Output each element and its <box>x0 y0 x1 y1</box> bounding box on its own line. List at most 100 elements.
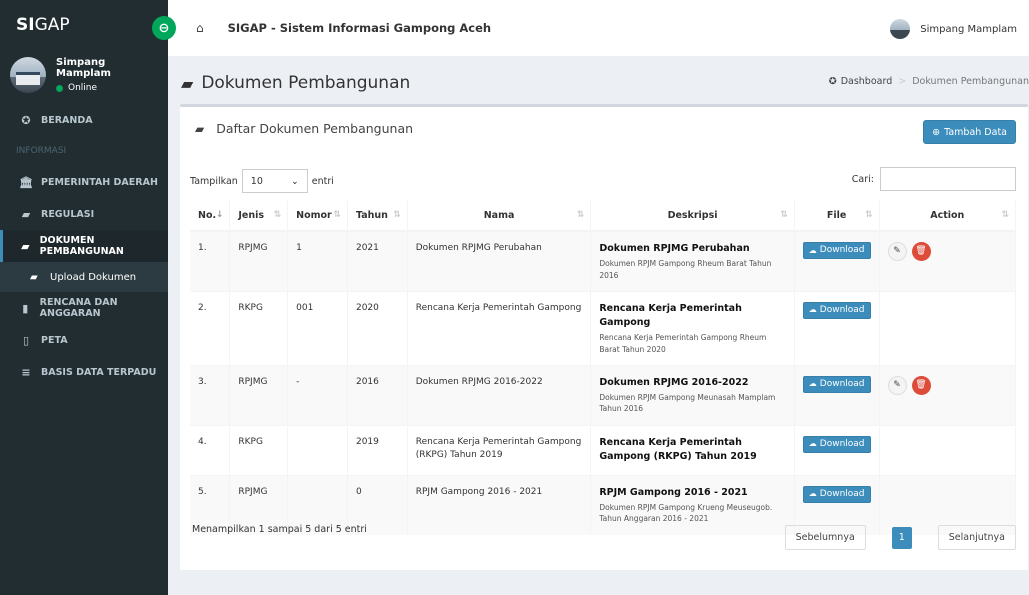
breadcrumb-separator: > <box>898 76 907 87</box>
sort-icon: ⇅ <box>1001 210 1009 220</box>
download-button[interactable]: ☁ Download <box>802 242 871 259</box>
cloud-download-icon: ☁ <box>808 379 817 389</box>
download-button[interactable]: ☁ Download <box>802 435 871 453</box>
download-button[interactable]: ☁ Download <box>802 301 871 319</box>
col-tahun[interactable]: Tahun ⇅ <box>347 201 408 232</box>
delete-button[interactable]: 🗑 <box>911 375 931 395</box>
breadcrumb: ✪ Dashboard > Dokumen Pembangunan <box>829 76 1029 87</box>
user-panel: Simpang Mamplam Online <box>0 50 168 100</box>
sidebar-item-beranda[interactable]: ✪ BERANDA <box>0 104 168 136</box>
cell-deskripsi: RPJM Gampong 2016 - 2021 Dokumen RPJM Gam… <box>590 474 795 536</box>
next-page-button[interactable]: Selanjutnya <box>937 525 1016 550</box>
sort-icon: ⇅ <box>576 210 585 220</box>
sidebar-item-basis-data[interactable]: ≡ BASIS DATA TERPADU <box>0 356 168 388</box>
cell-nomor: 1 <box>287 230 348 292</box>
cell-no: 1. <box>190 230 231 292</box>
cell-no: 3. <box>190 364 231 426</box>
documents-box: ▰ Daftar Dokumen Pembangunan ⊕ Tambah Data… <box>180 104 1028 570</box>
sidebar-item-label: PEMERINTAH DAERAH <box>41 176 158 188</box>
length-select[interactable]: 10 ⌄ <box>241 169 308 193</box>
cell-deskripsi: Rencana Kerja Pemerintah Gampong Rencana … <box>590 290 795 366</box>
cell-file: ☁ Download <box>794 230 880 292</box>
sidebar-item-pemerintah-daerah[interactable]: 🏛 PEMERINTAH DAERAH <box>0 166 168 198</box>
cell-nama: Dokumen RPJMG Perubahan <box>407 230 592 292</box>
sidebar-toggle-button[interactable]: ⊖ <box>152 16 176 40</box>
brand-logo[interactable]: SI GAP <box>0 0 168 50</box>
desc-sub: Dokumen RPJM Gampong Rheum Barat Tahun 2… <box>599 259 772 280</box>
col-action[interactable]: Action ⇅ <box>879 201 1017 232</box>
col-file[interactable]: File ⇅ <box>794 201 880 232</box>
toggle-icon: ⊖ <box>158 20 170 36</box>
plus-circle-icon: ⊕ <box>932 126 941 138</box>
cloud-download-icon: ☁ <box>808 305 817 315</box>
sidebar-item-rencana-anggaran[interactable]: ▮ RENCANA DAN ANGGARAN <box>0 292 168 324</box>
download-button[interactable]: ☁ Download <box>802 485 871 503</box>
cell-jenis: RKPG <box>229 290 289 366</box>
cell-no: 2. <box>190 290 231 366</box>
cell-deskripsi: Rencana Kerja Pemerintah Gampong (RKPG) … <box>590 424 795 476</box>
cell-deskripsi: Dokumen RPJMG Perubahan Dokumen RPJM Gamp… <box>590 230 795 292</box>
add-data-button[interactable]: ⊕ Tambah Data <box>923 120 1016 144</box>
dashboard-icon: ✪ <box>21 113 31 127</box>
avatar <box>10 57 46 93</box>
cell-jenis: RPJMG <box>229 364 289 426</box>
desc-sub: Dokumen RPJM Gampong Krueng Meuseugob. T… <box>599 503 773 524</box>
edit-icon: ✎ <box>893 379 901 390</box>
cell-nama: Dokumen RPJMG 2016-2022 <box>407 364 592 426</box>
sidebar: SI GAP Simpang Mamplam Online ✪ BERANDA IN… <box>0 0 168 595</box>
table-row: 1. RPJMG 1 2021 Dokumen RPJMG Perubahan … <box>190 230 1017 292</box>
edit-icon: ✎ <box>893 245 901 256</box>
sidebar-item-label: BERANDA <box>41 114 93 126</box>
cell-tahun: 2016 <box>347 364 408 426</box>
cell-file: ☁ Download <box>794 290 880 366</box>
page-1-button[interactable]: 1 <box>891 526 912 549</box>
desc-title: Dokumen RPJMG Perubahan <box>599 243 750 254</box>
dashboard-icon: ✪ <box>828 76 837 87</box>
prev-page-button[interactable]: Sebelumnya <box>784 525 866 550</box>
book-icon: ▰ <box>195 121 205 136</box>
cell-jenis: RPJMG <box>229 230 289 292</box>
sort-icon: ⇅ <box>864 210 873 220</box>
cell-action <box>879 424 1017 476</box>
box-title: ▰ Daftar Dokumen Pembangunan <box>195 121 413 136</box>
search-input[interactable] <box>880 167 1016 191</box>
sidebar-item-regulasi[interactable]: ▰ REGULASI <box>0 198 168 230</box>
desc-title: Dokumen RPJMG 2016-2022 <box>599 376 749 388</box>
length-label: Tampilkan <box>190 175 238 187</box>
col-nama[interactable]: Nama ⇅ <box>407 201 592 232</box>
entries-label: entri <box>311 175 334 187</box>
sidebar-subitem-upload-dokumen[interactable]: ▰ Upload Dokumen <box>0 262 168 292</box>
col-jenis[interactable]: Jenis ⇅ <box>229 201 289 232</box>
trash-icon: 🗑 <box>915 379 927 390</box>
search-control: Cari: <box>852 167 1016 191</box>
sidebar-item-dokumen-pembangunan[interactable]: ▰ DOKUMEN PEMBANGUNAN <box>0 230 168 262</box>
page-title: ▰ Dokumen Pembangunan <box>181 73 410 93</box>
menu-header-informasi: INFORMASI <box>16 146 67 156</box>
breadcrumb-home-link[interactable]: Dashboard <box>841 76 893 87</box>
col-nomor[interactable]: Nomor ⇅ <box>287 201 348 232</box>
page-title-text: Dokumen Pembangunan <box>201 73 411 93</box>
user-name: Simpang Mamplam <box>56 57 111 79</box>
cell-file: ☁ Download <box>794 364 880 426</box>
brand-rest: GAP <box>34 15 70 35</box>
sidebar-item-label: DOKUMEN PEMBANGUNAN <box>39 235 124 257</box>
user-menu[interactable]: Simpang Mamplam <box>890 19 1017 39</box>
col-deskripsi[interactable]: Deskripsi ⇅ <box>590 201 795 232</box>
table-row: 4. RKPG 2019 Rencana Kerja Pemerintah Ga… <box>190 424 1017 476</box>
sidebar-item-label: Upload Dokumen <box>50 271 137 283</box>
sidebar-item-label: RENCANA DAN ANGGARAN <box>39 297 118 319</box>
box-title-text: Daftar Dokumen Pembangunan <box>216 121 414 136</box>
sort-icon: ⇅ <box>393 210 401 220</box>
edit-button[interactable]: ✎ <box>887 242 907 261</box>
delete-button[interactable]: 🗑 <box>911 242 931 261</box>
download-button[interactable]: ☁ Download <box>802 375 871 393</box>
col-no[interactable]: No. ↓ <box>190 201 231 232</box>
cloud-download-icon: ☁ <box>808 245 817 255</box>
edit-button[interactable]: ✎ <box>887 375 907 395</box>
sidebar-item-peta[interactable]: ▯ PETA <box>0 324 168 356</box>
brand-bold: SI <box>16 15 35 35</box>
map-icon: ▯ <box>22 333 30 347</box>
home-icon[interactable]: ⌂ <box>196 21 204 35</box>
book-icon: ▰ <box>30 271 38 283</box>
sidebar-item-label: PETA <box>41 334 68 346</box>
